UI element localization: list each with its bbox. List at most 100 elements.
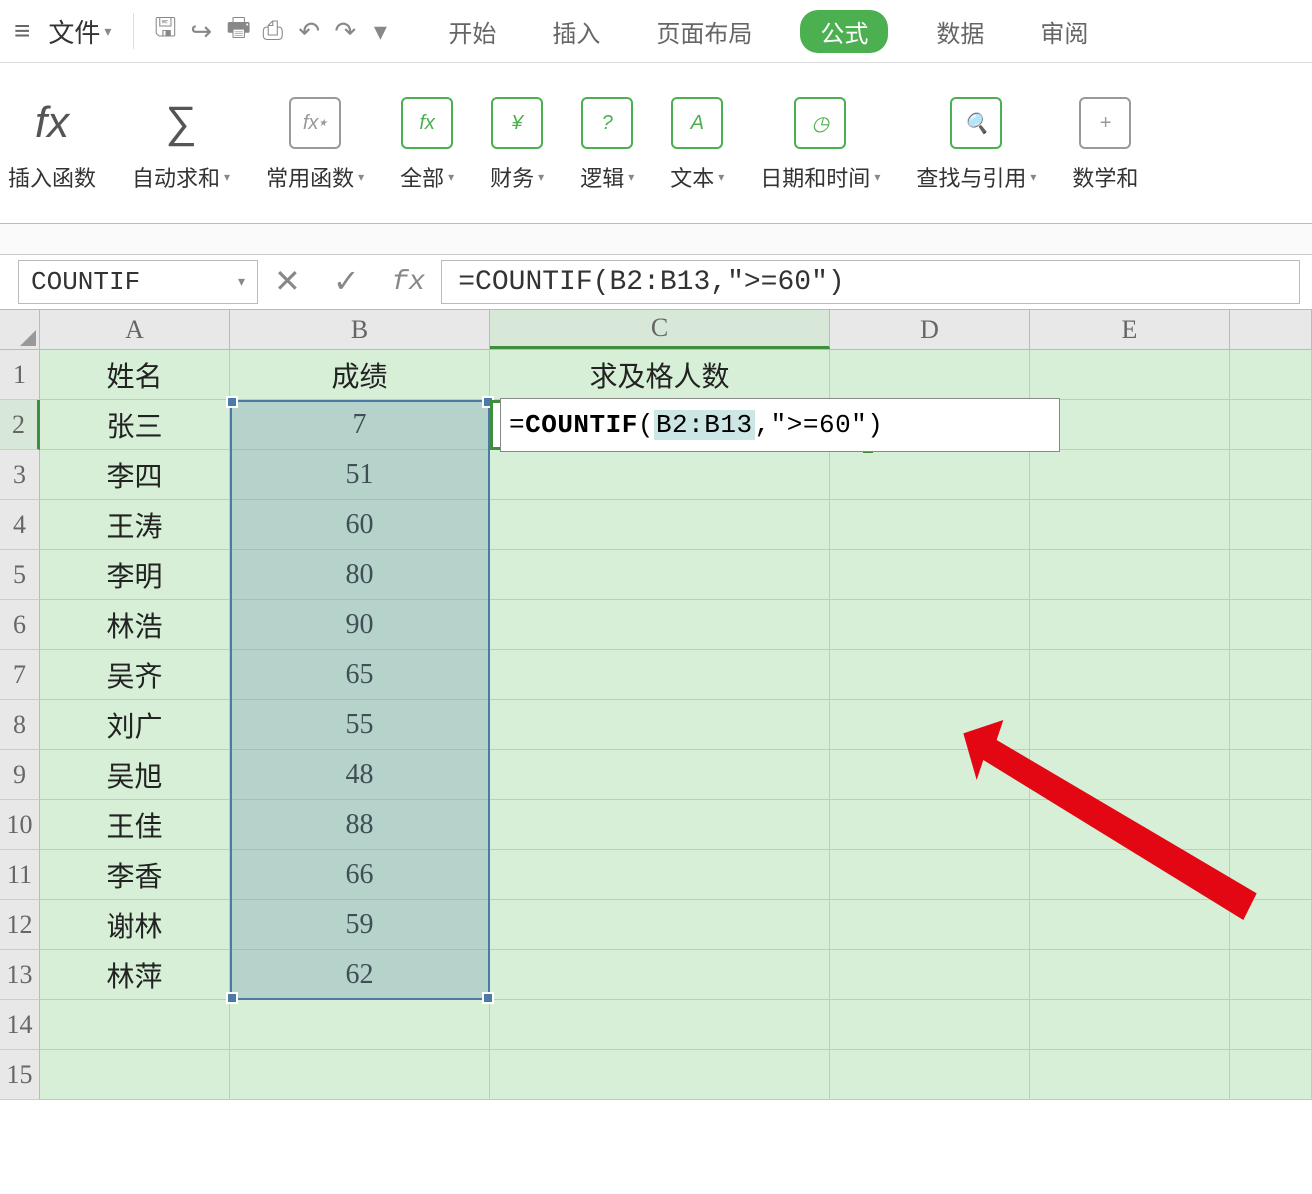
cell[interactable] [830, 800, 1030, 849]
cell[interactable] [1230, 800, 1312, 849]
select-all-corner[interactable] [0, 310, 40, 349]
cell[interactable] [1030, 450, 1230, 499]
cell[interactable]: 90 [230, 600, 490, 649]
cell[interactable] [490, 450, 830, 499]
row-header[interactable]: 11 [0, 850, 40, 900]
row-header[interactable]: 9 [0, 750, 40, 800]
cell[interactable] [490, 600, 830, 649]
cell[interactable]: 88 [230, 800, 490, 849]
cell[interactable] [1230, 900, 1312, 949]
row-header[interactable]: 5 [0, 550, 40, 600]
cell[interactable] [1230, 1050, 1312, 1099]
cell[interactable] [830, 500, 1030, 549]
tab-data[interactable]: 数据 [928, 10, 992, 53]
common-fn-button[interactable]: fx★ 常用函数▾ [266, 93, 364, 193]
logic-fn-button[interactable]: ? 逻辑▾ [580, 93, 634, 193]
cell-edit-overlay[interactable]: =COUNTIF(B2:B13,">=60") [500, 398, 1060, 452]
cell[interactable]: 刘广 [40, 700, 230, 749]
cell[interactable]: 55 [230, 700, 490, 749]
row-header[interactable]: 13 [0, 950, 40, 1000]
cell[interactable]: 吴齐 [40, 650, 230, 699]
cell[interactable] [490, 950, 830, 999]
col-header-b[interactable]: B [230, 310, 490, 349]
cell[interactable] [830, 350, 1030, 399]
fx-icon[interactable]: fx [376, 267, 442, 298]
cell[interactable]: 59 [230, 900, 490, 949]
datetime-fn-button[interactable]: ◷ 日期和时间▾ [760, 93, 880, 193]
lookup-fn-button[interactable]: 🔍 查找与引用▾ [916, 93, 1036, 193]
all-fn-button[interactable]: fx 全部▾ [400, 93, 454, 193]
row-header[interactable]: 12 [0, 900, 40, 950]
save-icon[interactable]: 🖫 [148, 9, 180, 53]
cell[interactable] [1030, 500, 1230, 549]
row-header[interactable]: 6 [0, 600, 40, 650]
print-preview-icon[interactable]: ⎙ [256, 15, 288, 47]
cell[interactable] [830, 650, 1030, 699]
cell[interactable] [1030, 750, 1230, 799]
cell[interactable] [490, 500, 830, 549]
cell[interactable] [490, 850, 830, 899]
cell[interactable] [1030, 1000, 1230, 1049]
cell[interactable]: 60 [230, 500, 490, 549]
cell[interactable] [830, 850, 1030, 899]
row-header[interactable]: 10 [0, 800, 40, 850]
row-header[interactable]: 15 [0, 1050, 40, 1100]
cell[interactable] [1230, 950, 1312, 999]
cell[interactable] [830, 900, 1030, 949]
col-header-a[interactable]: A [40, 310, 230, 349]
cell[interactable] [830, 950, 1030, 999]
cell[interactable] [830, 750, 1030, 799]
accept-formula-icon[interactable]: ✓ [317, 262, 376, 302]
text-fn-button[interactable]: A 文本▾ [670, 93, 724, 193]
row-header[interactable]: 8 [0, 700, 40, 750]
cell[interactable]: 求及格人数 [490, 350, 830, 399]
cell[interactable] [1230, 350, 1312, 399]
cell[interactable] [1230, 400, 1312, 449]
undo-icon[interactable]: ↶ [292, 16, 324, 47]
cell[interactable] [830, 1000, 1030, 1049]
cell[interactable]: 51 [230, 450, 490, 499]
cell[interactable] [490, 800, 830, 849]
insert-function-button[interactable]: fx 插入函数 [8, 93, 96, 193]
cell[interactable] [490, 750, 830, 799]
row-header[interactable]: 2 [0, 400, 40, 450]
cell[interactable]: 张三 [40, 400, 230, 449]
cell[interactable]: 王佳 [40, 800, 230, 849]
tab-review[interactable]: 审阅 [1032, 10, 1096, 53]
cell[interactable] [830, 1050, 1030, 1099]
cell[interactable] [1030, 800, 1230, 849]
cell[interactable] [1030, 1050, 1230, 1099]
cell[interactable] [1230, 500, 1312, 549]
tab-formula[interactable]: 公式 [800, 10, 888, 53]
cell[interactable] [1030, 950, 1230, 999]
cell[interactable] [830, 450, 1030, 499]
row-header[interactable]: 7 [0, 650, 40, 700]
cell[interactable]: 62 [230, 950, 490, 999]
autosum-button[interactable]: ∑ 自动求和▾ [132, 93, 230, 193]
cell[interactable] [490, 650, 830, 699]
file-menu[interactable]: 文件 ▾ [40, 13, 119, 50]
cell[interactable] [490, 1000, 830, 1049]
cell[interactable]: 姓名 [40, 350, 230, 399]
tab-layout[interactable]: 页面布局 [648, 10, 760, 53]
cell[interactable] [40, 1000, 230, 1049]
menu-icon[interactable]: ≡ [8, 15, 36, 47]
cell[interactable] [1230, 1000, 1312, 1049]
cell[interactable] [1030, 650, 1230, 699]
cell[interactable]: 成绩 [230, 350, 490, 399]
cell[interactable]: 李明 [40, 550, 230, 599]
tab-start[interactable]: 开始 [440, 10, 504, 53]
cell[interactable] [1230, 550, 1312, 599]
cancel-formula-icon[interactable]: ✕ [258, 262, 317, 302]
tab-insert[interactable]: 插入 [544, 10, 608, 53]
cell[interactable] [1230, 450, 1312, 499]
print-icon[interactable]: 🖶 [220, 9, 252, 53]
col-header-c[interactable]: C [490, 310, 830, 349]
cell[interactable] [1230, 850, 1312, 899]
cell[interactable] [830, 600, 1030, 649]
row-header[interactable]: 14 [0, 1000, 40, 1050]
cell[interactable] [1030, 850, 1230, 899]
cell-grid[interactable]: 姓名 成绩 求及格人数 张三7 李四51 王涛60 李明80 林浩90 吴齐65… [40, 350, 1312, 1100]
col-header-d[interactable]: D [830, 310, 1030, 349]
finance-fn-button[interactable]: ¥ 财务▾ [490, 93, 544, 193]
